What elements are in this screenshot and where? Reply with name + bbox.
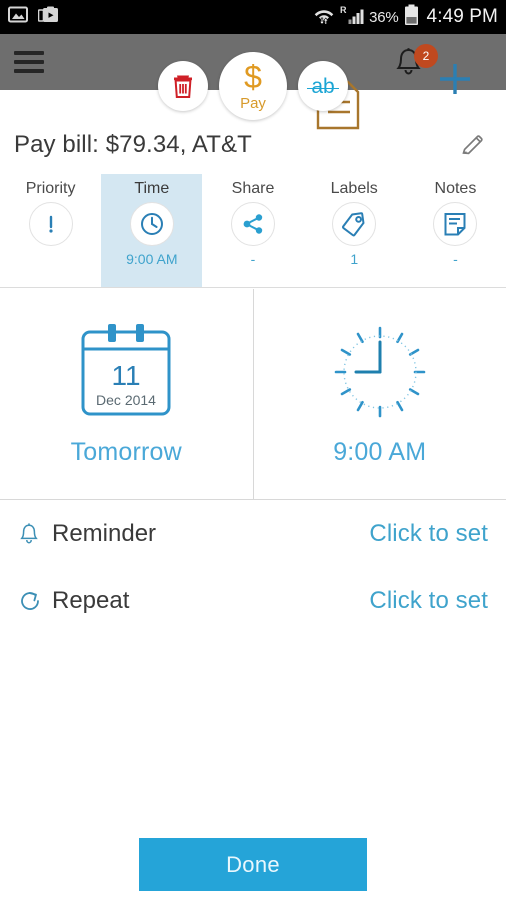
delete-button[interactable] xyxy=(158,61,208,111)
calendar-day: 11 xyxy=(112,360,141,391)
notifications-button[interactable]: 2 xyxy=(392,44,438,84)
tab-sub-label: - xyxy=(250,251,256,267)
attribute-tabs: Priority Time 9:00 AM Share - Labels 1 N… xyxy=(0,174,506,288)
repeat-action[interactable]: Click to set xyxy=(369,587,488,615)
reminder-action[interactable]: Click to set xyxy=(369,520,488,548)
wifi-icon xyxy=(313,5,335,30)
tab-label: Notes xyxy=(434,180,477,197)
tab-priority[interactable]: Priority xyxy=(0,174,101,287)
option-rows: Reminder Click to set Repeat Click to se… xyxy=(0,500,506,634)
plus-icon xyxy=(440,64,470,94)
spellcheck-button[interactable]: ab xyxy=(298,61,348,111)
repeat-row[interactable]: Repeat Click to set xyxy=(0,567,506,634)
image-icon xyxy=(8,6,28,28)
time-caption: 9:00 AM xyxy=(333,437,427,466)
status-bar-left-icons xyxy=(8,6,59,29)
battery-percent-label: 36% xyxy=(369,8,399,26)
analog-clock-icon xyxy=(334,326,426,417)
phone-screen: R 36% 4:49 PM 2 $ Pay ab Pay bill: $79.3… xyxy=(0,0,506,900)
exclamation-icon xyxy=(28,202,73,246)
hamburger-menu-icon[interactable] xyxy=(14,51,44,73)
pay-label: Pay xyxy=(240,95,266,112)
tab-sub-label: 9:00 AM xyxy=(126,251,178,267)
tab-label: Share xyxy=(231,180,275,197)
svg-text:$: $ xyxy=(244,61,262,95)
time-card[interactable]: 9:00 AM xyxy=(254,289,506,499)
tab-label: Priority xyxy=(25,180,76,197)
tab-time[interactable]: Time 9:00 AM xyxy=(101,174,203,287)
done-button[interactable]: Done xyxy=(139,838,367,891)
pencil-icon xyxy=(462,135,483,155)
date-card[interactable]: 11 Dec 2014 Tomorrow xyxy=(0,289,254,499)
trash-icon xyxy=(174,75,192,98)
tab-labels[interactable]: Labels 1 xyxy=(304,174,405,287)
share-icon xyxy=(231,202,275,246)
repeat-icon xyxy=(18,589,48,613)
tag-icon xyxy=(332,202,377,246)
reminder-label: Reminder xyxy=(52,519,157,547)
bell-outline-icon xyxy=(18,522,48,546)
dollar-icon: $ xyxy=(244,61,262,95)
repeat-label: Repeat xyxy=(52,586,130,614)
edit-title-button[interactable] xyxy=(454,126,492,164)
signal-bars-icon: R xyxy=(340,5,364,30)
task-title-row: Pay bill: $79.34, AT&T xyxy=(0,118,506,172)
tab-label: Labels xyxy=(330,180,378,197)
status-bar-clock: 4:49 PM xyxy=(426,6,498,27)
screenshot-icon xyxy=(37,6,59,29)
add-button[interactable] xyxy=(433,57,477,101)
ab-label: ab xyxy=(307,74,340,98)
tab-sub-label: 1 xyxy=(350,251,359,267)
tab-label: Time xyxy=(134,180,170,197)
date-time-cards: 11 Dec 2014 Tomorrow 9:00 AM xyxy=(0,289,506,500)
calendar-month-year: Dec 2014 xyxy=(96,392,156,408)
reminder-row[interactable]: Reminder Click to set xyxy=(0,500,506,567)
note-page-icon xyxy=(433,202,478,246)
status-bar-right-icons: R 36% 4:49 PM xyxy=(313,4,498,31)
clock-icon xyxy=(129,202,174,246)
svg-text:R: R xyxy=(340,5,347,15)
tab-notes[interactable]: Notes - xyxy=(405,174,506,287)
tab-sub-label: - xyxy=(453,251,458,267)
tab-share[interactable]: Share - xyxy=(202,174,303,287)
pay-button[interactable]: $ Pay xyxy=(219,52,287,120)
status-bar: R 36% 4:49 PM xyxy=(0,0,506,34)
battery-icon xyxy=(404,4,419,31)
page-title: Pay bill: $79.34, AT&T xyxy=(14,131,252,158)
date-caption: Tomorrow xyxy=(70,437,182,466)
calendar-icon: 11 Dec 2014 xyxy=(81,323,171,415)
